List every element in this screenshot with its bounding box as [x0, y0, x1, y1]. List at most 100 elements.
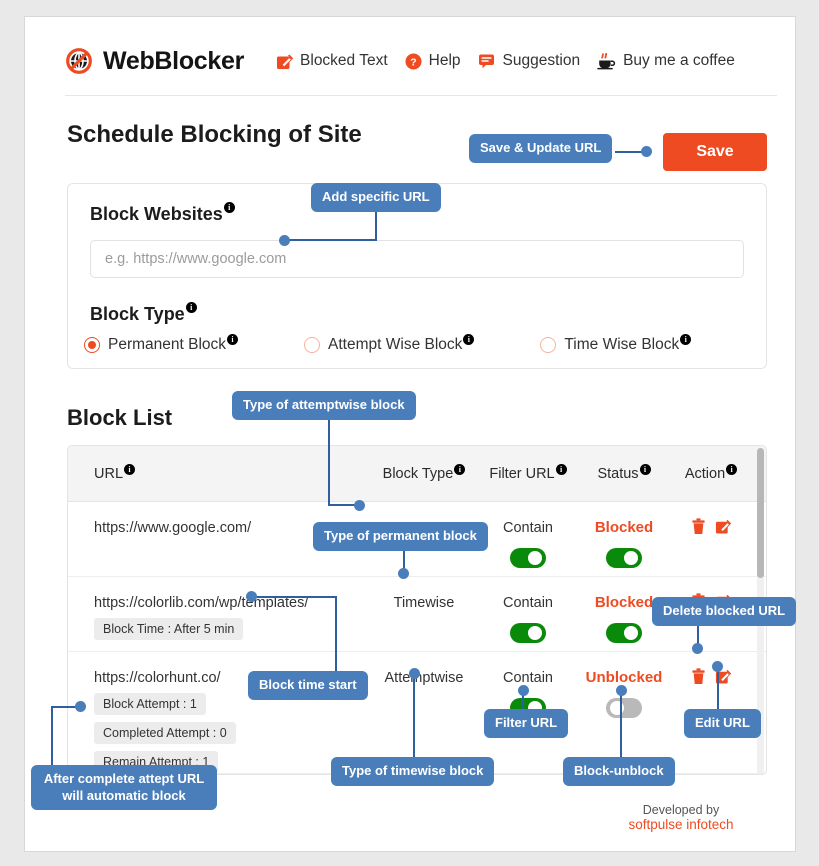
- radio-dot-icon: [84, 337, 100, 353]
- nav-blocked-text-label: Blocked Text: [300, 52, 388, 69]
- block-type-label: Block Type i: [90, 302, 197, 325]
- annotation-block-unblock: Block-unblock: [563, 757, 675, 786]
- radio-time-wise-block[interactable]: Time Wise Block i: [540, 334, 692, 354]
- annotation-connector: [51, 707, 53, 767]
- annotation-auto-block: After complete attept URL will automatic…: [31, 765, 217, 811]
- row-badge: Block Time : After 5 min: [94, 618, 244, 640]
- annotation-type-timewise: Type of timewise block: [331, 757, 495, 786]
- row-status-label: Blocked: [594, 519, 654, 536]
- annotation-add-specific-url: Add specific URL: [311, 183, 441, 212]
- footer: Developed by softpulse infotech: [601, 803, 761, 832]
- row-block-type: Timewise: [393, 595, 455, 611]
- annotation-connector: [413, 672, 415, 759]
- annotation-dot: [641, 146, 652, 157]
- annotation-connector: [251, 596, 337, 598]
- info-icon[interactable]: i: [227, 334, 239, 345]
- annotation-connector: [335, 597, 337, 673]
- info-icon[interactable]: i: [124, 463, 136, 475]
- info-icon[interactable]: i: [639, 463, 651, 475]
- filter-url-toggle[interactable]: [510, 623, 546, 643]
- page-title: Schedule Blocking of Site: [67, 121, 362, 148]
- status-toggle[interactable]: [606, 548, 642, 568]
- row-url: https://colorlib.com/wp/templates/: [94, 595, 309, 611]
- annotation-filter-url: Filter URL: [484, 709, 569, 738]
- info-icon[interactable]: i: [463, 334, 475, 345]
- info-icon[interactable]: i: [223, 202, 235, 213]
- save-button[interactable]: Save: [663, 133, 767, 171]
- row-filter-url-label: Contain: [503, 595, 553, 611]
- block-list-title: Block List: [67, 405, 173, 430]
- annotation-dot: [712, 661, 723, 672]
- filter-url-toggle[interactable]: [510, 548, 546, 568]
- annotation-dot: [354, 500, 365, 511]
- nav-buy-coffee[interactable]: Buy me a coffee: [597, 52, 735, 70]
- info-icon[interactable]: i: [555, 463, 567, 475]
- annotation-dot: [398, 568, 409, 579]
- row-badge: Completed Attempt : 0: [94, 722, 236, 744]
- header-divider: [65, 95, 777, 96]
- row-badge: Block Attempt : 1: [94, 693, 206, 715]
- nav-blocked-text[interactable]: Blocked Text: [276, 52, 388, 70]
- info-icon[interactable]: i: [680, 334, 692, 345]
- column-header-action: Action i: [672, 463, 750, 482]
- annotation-edit-url: Edit URL: [684, 709, 761, 738]
- annotation-dot: [246, 591, 257, 602]
- radio-attempt-wise-block-label: Attempt Wise Block: [328, 336, 463, 353]
- row-filter-url-label: Contain: [503, 520, 553, 536]
- info-icon[interactable]: i: [454, 463, 466, 475]
- radio-attempt-wise-block[interactable]: Attempt Wise Block i: [304, 334, 475, 354]
- info-icon[interactable]: i: [185, 302, 197, 313]
- column-header-filter-url: Filter URL i: [480, 463, 576, 482]
- radio-time-wise-block-label: Time Wise Block: [564, 336, 680, 353]
- annotation-connector: [328, 417, 330, 505]
- question-circle-icon: ?: [405, 53, 422, 70]
- edit-icon[interactable]: [715, 518, 731, 535]
- coffee-cup-icon: [597, 52, 616, 70]
- row-block-type: Attemptwise: [384, 670, 464, 686]
- annotation-block-time-start: Block time start: [248, 671, 368, 700]
- annotation-connector: [620, 689, 622, 759]
- header-nav: Blocked Text ? Help Suggestion Buy me a …: [276, 52, 735, 70]
- annotation-connector: [375, 209, 377, 241]
- status-toggle[interactable]: [606, 698, 642, 718]
- nav-suggestion[interactable]: Suggestion: [478, 52, 581, 70]
- app-window: WebBlocker Blocked Text ? Help Suggestio…: [24, 16, 797, 852]
- info-icon[interactable]: i: [726, 463, 738, 475]
- annotation-dot: [409, 668, 420, 679]
- nav-buy-coffee-label: Buy me a coffee: [623, 52, 735, 69]
- radio-dot-icon: [540, 337, 557, 353]
- row-status-label: Unblocked: [585, 669, 663, 686]
- radio-dot-icon: [304, 337, 321, 353]
- radio-permanent-block-label: Permanent Block: [108, 336, 227, 353]
- table-scrollbar-thumb[interactable]: [757, 448, 764, 578]
- radio-permanent-block[interactable]: Permanent Block i: [84, 334, 239, 354]
- column-header-url: URL i: [94, 463, 368, 482]
- annotation-connector: [283, 239, 377, 241]
- url-input[interactable]: [90, 240, 744, 278]
- no-globe-icon: [65, 47, 93, 75]
- chat-bubble-icon: [478, 53, 496, 69]
- delete-icon[interactable]: [691, 668, 706, 685]
- footer-company: softpulse infotech: [628, 817, 734, 832]
- app-header: WebBlocker Blocked Text ? Help Suggestio…: [65, 35, 777, 87]
- footer-developed-by: Developed by: [642, 803, 720, 817]
- brand-name: WebBlocker: [103, 46, 245, 75]
- annotation-dot: [75, 701, 86, 712]
- nav-help-label: Help: [428, 52, 461, 69]
- status-toggle[interactable]: [606, 623, 642, 643]
- annotation-dot: [692, 643, 703, 654]
- nav-help[interactable]: ? Help: [405, 52, 461, 70]
- table-header-row: URL i Block Type i Filter URL i Status i…: [68, 446, 766, 502]
- annotation-type-attemptwise: Type of attemptwise block: [232, 391, 416, 420]
- block-websites-label: Block Websites i: [90, 202, 235, 225]
- nav-suggestion-label: Suggestion: [502, 52, 581, 69]
- annotation-dot: [518, 685, 529, 696]
- annotation-save-update-url: Save & Update URL: [469, 134, 613, 163]
- column-header-status: Status i: [576, 463, 672, 482]
- annotation-dot: [616, 685, 627, 696]
- brand: WebBlocker: [65, 47, 244, 76]
- annotation-dot: [279, 235, 290, 246]
- delete-icon[interactable]: [691, 518, 706, 535]
- column-header-block-type: Block Type i: [368, 463, 480, 482]
- block-type-radio-group: Permanent Block i Attempt Wise Block i T…: [62, 334, 762, 354]
